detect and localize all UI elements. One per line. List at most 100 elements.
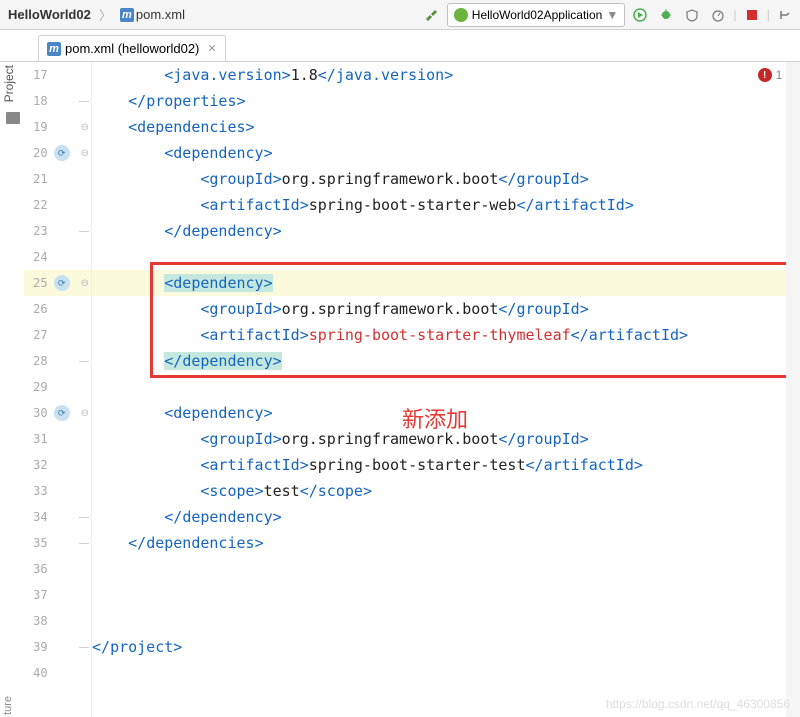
gutter-row[interactable]: 35— [24,530,91,556]
code-token: > [625,196,634,214]
code-token: > [634,456,643,474]
code-token: > [282,66,291,84]
code-token: artifactId [209,326,299,344]
code-line[interactable]: <groupId>org.springframework.boot</group… [92,296,800,322]
spring-bean-icon[interactable]: ⟳ [54,145,70,161]
line-number: 36 [24,562,54,576]
gutter[interactable]: 1718—19⊖20⟳⊖212223—2425⟳⊖262728—2930⟳⊖31… [24,62,92,717]
code-line[interactable] [92,608,800,634]
code-line[interactable]: <artifactId>spring-boot-starter-web</art… [92,192,800,218]
project-tool-window-button[interactable]: Project [2,65,16,102]
structure-tool-window-button[interactable]: ture [2,696,14,715]
code-token: > [273,352,282,370]
code-line[interactable]: <java.version>1.8</java.version> [92,62,800,88]
code-token: artifactId [535,196,625,214]
vertical-scrollbar[interactable] [786,62,800,717]
breadcrumb-project[interactable]: HelloWorld02 [4,5,95,24]
line-number: 23 [24,224,54,238]
code-token: 1.8 [291,66,318,84]
gutter-row[interactable]: 29 [24,374,91,400]
gutter-row[interactable]: 39— [24,634,91,660]
stop-button[interactable] [741,4,763,26]
code-line[interactable]: <scope>test</scope> [92,478,800,504]
code-line[interactable] [92,556,800,582]
code-line[interactable]: </dependency> [92,504,800,530]
fold-icon[interactable]: — [79,512,89,523]
gutter-row[interactable]: 34— [24,504,91,530]
code-line[interactable] [92,244,800,270]
code-line[interactable]: <dependencies> [92,114,800,140]
gutter-row[interactable]: 22 [24,192,91,218]
spring-bean-icon[interactable]: ⟳ [54,275,70,291]
gutter-row[interactable]: 38 [24,608,91,634]
gutter-row[interactable]: 28— [24,348,91,374]
gutter-marks: ⟳⊖ [54,275,91,291]
gutter-row[interactable]: 24 [24,244,91,270]
gutter-row[interactable]: 20⟳⊖ [24,140,91,166]
gutter-row[interactable]: 26 [24,296,91,322]
gutter-row[interactable]: 23 — [24,218,91,244]
run-button[interactable] [629,4,651,26]
code-area[interactable]: 新添加 <java.version>1.8</java.version> </p… [92,62,800,717]
code-line[interactable]: <artifactId>spring-boot-starter-test</ar… [92,452,800,478]
close-tab-icon[interactable]: ✕ [207,42,216,55]
code-token: > [580,170,589,188]
gutter-row[interactable]: 33 [24,478,91,504]
code-token: > [264,144,273,162]
code-line[interactable]: </project> [92,634,800,660]
gutter-row[interactable]: 31 [24,426,91,452]
code-token: > [255,482,264,500]
code-line[interactable]: </properties> [92,88,800,114]
gutter-row[interactable]: 36 [24,556,91,582]
fold-icon[interactable]: — [79,226,89,237]
code-token: groupId [516,170,579,188]
code-line[interactable]: <groupId>org.springframework.boot</group… [92,166,800,192]
gutter-row[interactable]: 18— [24,88,91,114]
fold-icon[interactable]: ⊖ [81,148,89,159]
spring-bean-icon[interactable]: ⟳ [54,405,70,421]
gutter-row[interactable]: 30⟳⊖ [24,400,91,426]
run-configuration-dropdown[interactable]: HelloWorld02Application ▼ [447,3,625,27]
fold-icon[interactable]: — [79,642,89,653]
hammer-build-icon[interactable] [421,4,443,26]
code-line[interactable] [92,374,800,400]
gutter-row[interactable]: 27 [24,322,91,348]
profiler-button[interactable] [707,4,729,26]
fold-icon[interactable]: — [79,356,89,367]
code-token: project [110,638,173,656]
git-button[interactable] [774,4,796,26]
code-token: groupId [209,300,272,318]
gutter-marks: — [54,226,91,237]
gutter-row[interactable]: 32 [24,452,91,478]
fold-icon[interactable]: ⊖ [81,122,89,133]
coverage-button[interactable] [681,4,703,26]
gutter-row[interactable]: 25⟳⊖ [24,270,91,296]
fold-icon[interactable]: — [79,538,89,549]
code-token: groupId [209,170,272,188]
editor[interactable]: 1718—19⊖20⟳⊖212223—2425⟳⊖262728—2930⟳⊖31… [24,62,800,717]
code-token: java.version [336,66,444,84]
gutter-row[interactable]: 37 [24,582,91,608]
code-line[interactable] [92,582,800,608]
code-line[interactable]: <dependency> [92,270,800,296]
gutter-row[interactable]: 21 [24,166,91,192]
code-line[interactable]: <dependency> [92,140,800,166]
gutter-marks: — [54,96,91,107]
gutter-row[interactable]: 17 [24,62,91,88]
fold-icon[interactable]: ⊖ [81,278,89,289]
code-token: </ [164,352,182,370]
code-line[interactable]: </dependency> [92,348,800,374]
code-token: > [444,66,453,84]
code-line[interactable]: <artifactId>spring-boot-starter-thymelea… [92,322,800,348]
code-line[interactable]: </dependencies> [92,530,800,556]
gutter-row[interactable]: 40 [24,660,91,686]
breadcrumb-file[interactable]: m pom.xml [116,5,189,24]
fold-icon[interactable]: ⊖ [81,408,89,419]
line-number: 31 [24,432,54,446]
code-line[interactable] [92,660,800,686]
tab-pom-xml[interactable]: m pom.xml (helloworld02) ✕ [38,35,226,61]
code-line[interactable]: </dependency> [92,218,800,244]
gutter-row[interactable]: 19⊖ [24,114,91,140]
fold-icon[interactable]: — [79,96,89,107]
debug-button[interactable] [655,4,677,26]
